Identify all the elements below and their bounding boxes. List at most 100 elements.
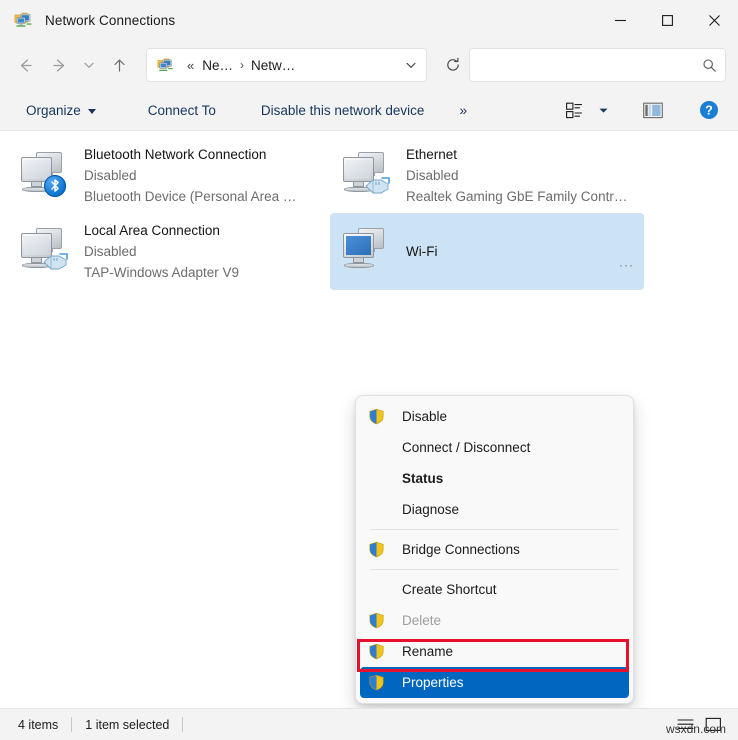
menu-item-label: Rename <box>402 644 453 659</box>
search-input[interactable] <box>480 58 702 73</box>
connection-text: Wi-Fi <box>406 241 437 262</box>
rj45-plug-icon <box>42 252 70 270</box>
shield-icon <box>368 643 385 660</box>
connect-to-label: Connect To <box>148 103 216 118</box>
connection-item-wifi[interactable]: Wi-Fi ··· <box>330 213 644 290</box>
back-arrow-icon[interactable] <box>8 49 42 81</box>
connection-name: Local Area Connection <box>84 220 239 241</box>
recent-locations-chevron-down-icon[interactable] <box>76 49 102 81</box>
breadcrumb: « Ne… › Netw… <box>183 55 398 76</box>
svg-text:?: ? <box>705 104 713 118</box>
menu-item-delete: Delete <box>360 605 629 636</box>
minimize-button[interactable] <box>597 0 644 40</box>
connection-name: Wi-Fi <box>406 241 437 262</box>
watermark-text: wsxdn.com <box>666 722 726 736</box>
address-network-connections-icon <box>157 56 175 74</box>
command-bar: Organize Connect To Disable this network… <box>0 90 738 130</box>
connection-device: TAP-Windows Adapter V9 <box>84 262 239 283</box>
connections-grid: Bluetooth Network Connection Disabled Bl… <box>0 131 738 290</box>
connection-overflow-ellipsis: ··· <box>619 258 634 272</box>
menu-item-diagnose[interactable]: Diagnose <box>360 494 629 525</box>
connection-status: Disabled <box>84 241 239 262</box>
connection-status: Disabled <box>406 165 627 186</box>
menu-item-label: Create Shortcut <box>402 582 497 597</box>
connect-to-button[interactable]: Connect To <box>140 98 224 123</box>
network-connections-icon <box>14 10 34 30</box>
search-icon <box>702 58 717 73</box>
shield-icon <box>368 612 385 629</box>
status-divider <box>71 717 72 732</box>
menu-item-properties[interactable]: Properties <box>360 667 629 698</box>
refresh-icon[interactable] <box>437 49 469 81</box>
chevron-down-icon <box>88 109 96 114</box>
toolbar-overflow-button[interactable]: » <box>450 98 476 122</box>
bluetooth-badge-icon <box>44 175 66 197</box>
wifi-adapter-icon <box>336 222 398 282</box>
shield-icon <box>368 674 385 691</box>
connection-status: Disabled <box>84 165 296 186</box>
connection-text: Ethernet Disabled Realtek Gaming GbE Fam… <box>406 144 627 207</box>
disable-network-device-button[interactable]: Disable this network device <box>253 98 433 123</box>
forward-arrow-icon[interactable] <box>42 49 76 81</box>
connections-list-area: Bluetooth Network Connection Disabled Bl… <box>0 130 738 708</box>
context-menu: Disable Connect / Disconnect Status Diag… <box>355 395 634 704</box>
menu-item-label: Disable <box>402 409 447 424</box>
disable-device-label: Disable this network device <box>261 103 425 118</box>
organize-button[interactable]: Organize <box>18 98 104 123</box>
view-layout-icon[interactable] <box>558 95 592 125</box>
breadcrumb-item-network-connections[interactable]: Netw… <box>247 55 299 76</box>
connection-text: Bluetooth Network Connection Disabled Bl… <box>84 144 296 207</box>
connection-device: Realtek Gaming GbE Family Contr… <box>406 186 627 207</box>
shield-icon <box>368 541 385 558</box>
menu-item-label: Diagnose <box>402 502 459 517</box>
file-explorer-window: Network Connections <box>0 0 738 740</box>
breadcrumb-separator: › <box>237 55 247 75</box>
address-chevron-down-icon[interactable] <box>398 50 424 80</box>
close-button[interactable] <box>691 0 738 40</box>
menu-item-bridge-connections[interactable]: Bridge Connections <box>360 534 629 565</box>
connection-item-local-area-connection[interactable]: Local Area Connection Disabled TAP-Windo… <box>8 213 322 290</box>
menu-item-label: Bridge Connections <box>402 542 520 557</box>
search-box[interactable] <box>469 48 726 82</box>
connection-item-bluetooth[interactable]: Bluetooth Network Connection Disabled Bl… <box>8 137 322 214</box>
menu-item-rename[interactable]: Rename <box>360 636 629 667</box>
title-bar: Network Connections <box>0 0 738 40</box>
navigation-bar: « Ne… › Netw… <box>0 40 738 90</box>
connection-device: Bluetooth Device (Personal Area … <box>84 186 296 207</box>
window-title: Network Connections <box>45 13 175 28</box>
breadcrumb-overflow[interactable]: « <box>183 55 198 76</box>
menu-separator <box>370 529 619 530</box>
organize-label: Organize <box>26 103 81 118</box>
ethernet-adapter-icon <box>14 222 76 282</box>
shield-icon <box>368 408 385 425</box>
connection-name: Ethernet <box>406 144 627 165</box>
menu-item-connect-disconnect[interactable]: Connect / Disconnect <box>360 432 629 463</box>
status-item-count: 4 items <box>18 718 58 732</box>
preview-pane-icon[interactable] <box>636 95 670 125</box>
menu-item-create-shortcut[interactable]: Create Shortcut <box>360 574 629 605</box>
maximize-button[interactable] <box>644 0 691 40</box>
address-bar[interactable]: « Ne… › Netw… <box>146 48 427 82</box>
view-chevron-down-icon[interactable] <box>592 95 614 125</box>
connection-item-ethernet[interactable]: Ethernet Disabled Realtek Gaming GbE Fam… <box>330 137 644 214</box>
menu-item-label: Connect / Disconnect <box>402 440 530 455</box>
ethernet-adapter-icon <box>336 146 398 206</box>
connection-name: Bluetooth Network Connection <box>84 144 296 165</box>
status-bar: 4 items 1 item selected <box>0 708 738 740</box>
menu-item-disable[interactable]: Disable <box>360 401 629 432</box>
breadcrumb-item-network[interactable]: Ne… <box>198 55 237 76</box>
command-bar-right: ? <box>558 95 726 125</box>
status-selection-count: 1 item selected <box>85 718 169 732</box>
menu-item-status[interactable]: Status <box>360 463 629 494</box>
menu-item-label: Status <box>402 471 443 486</box>
up-arrow-icon[interactable] <box>102 49 136 81</box>
menu-item-label: Properties <box>402 675 464 690</box>
menu-item-label: Delete <box>402 613 441 628</box>
help-icon[interactable]: ? <box>692 95 726 125</box>
connection-text: Local Area Connection Disabled TAP-Windo… <box>84 220 239 283</box>
bluetooth-adapter-icon <box>14 146 76 206</box>
status-divider <box>182 717 183 732</box>
rj45-plug-icon <box>364 176 392 194</box>
window-controls <box>597 0 738 40</box>
menu-separator <box>370 569 619 570</box>
